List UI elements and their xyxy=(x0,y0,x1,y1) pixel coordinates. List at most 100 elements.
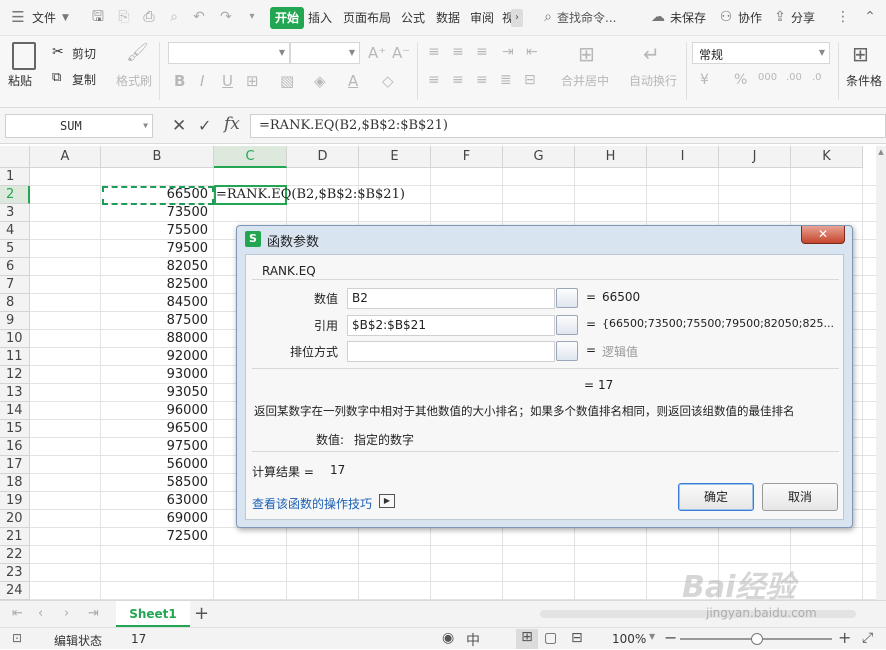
row-header[interactable]: 5 xyxy=(0,240,30,258)
input-method-icon[interactable]: 中 xyxy=(466,630,480,650)
row-header[interactable]: 7 xyxy=(0,276,30,294)
column-header-k[interactable]: K xyxy=(791,146,863,168)
cell-b12[interactable]: 93000 xyxy=(101,366,208,384)
tab-page-layout[interactable]: 页面布局 xyxy=(343,8,391,28)
column-header-i[interactable]: I xyxy=(647,146,719,168)
cell-b6[interactable]: 82050 xyxy=(101,258,208,276)
cell-b1[interactable] xyxy=(101,168,208,186)
column-header-b[interactable]: B xyxy=(101,146,214,168)
currency-icon[interactable]: ¥ xyxy=(700,72,709,88)
clear-icon[interactable]: ◇ xyxy=(382,72,394,90)
row-header[interactable]: 18 xyxy=(0,474,30,492)
distributed-icon[interactable]: ⊟ xyxy=(524,72,536,88)
paste-icon[interactable] xyxy=(12,42,36,70)
file-menu[interactable]: 文件 xyxy=(32,8,56,28)
tab-home[interactable]: 开始 xyxy=(270,7,304,29)
align-top-icon[interactable]: ≡ xyxy=(428,44,440,60)
column-header-h[interactable]: H xyxy=(575,146,647,168)
cell-b15[interactable]: 96500 xyxy=(101,420,208,438)
unsaved-status[interactable]: 未保存 xyxy=(670,8,706,28)
chevron-down-icon[interactable]: ▼ xyxy=(62,8,69,28)
cell-b17[interactable]: 56000 xyxy=(101,456,208,474)
column-header-g[interactable]: G xyxy=(503,146,575,168)
row-header[interactable]: 17 xyxy=(0,456,30,474)
row-header[interactable]: 8 xyxy=(0,294,30,312)
row-header[interactable]: 24 xyxy=(0,582,30,600)
prev-sheet-icon[interactable]: ‹ xyxy=(38,606,43,621)
bold-icon[interactable]: B xyxy=(174,72,185,90)
row-header[interactable]: 22 xyxy=(0,546,30,564)
last-sheet-icon[interactable]: ⇥ xyxy=(88,606,99,621)
video-tip-icon[interactable]: ▶ xyxy=(379,494,395,508)
scroll-up-icon[interactable]: ▲ xyxy=(877,148,885,158)
confirm-formula-icon[interactable]: ✓ xyxy=(198,116,211,135)
format-painter-button[interactable]: 格式刷 xyxy=(116,72,152,89)
align-center-icon[interactable]: ≡ xyxy=(452,72,464,88)
help-link[interactable]: 查看该函数的操作技巧 xyxy=(252,495,372,512)
percent-icon[interactable]: % xyxy=(734,72,747,88)
indent-icon[interactable]: ⇥ xyxy=(502,44,514,60)
row-header[interactable]: 10 xyxy=(0,330,30,348)
row-header[interactable]: 20 xyxy=(0,510,30,528)
decrease-font-icon[interactable]: A⁻ xyxy=(392,44,410,62)
undo-icon[interactable]: ↶ xyxy=(191,9,207,25)
vertical-scrollbar[interactable]: ▲ xyxy=(876,146,886,600)
row-header[interactable]: 6 xyxy=(0,258,30,276)
save-icon[interactable]: 🖫 xyxy=(90,9,106,25)
merge-center-button[interactable]: 合并居中 xyxy=(561,72,609,89)
arg-input-ref[interactable]: $B$2:$B$21 xyxy=(347,315,555,336)
cell-b3[interactable]: 73500 xyxy=(101,204,208,222)
row-header[interactable]: 1 xyxy=(0,168,30,186)
cut-button[interactable]: 剪切 xyxy=(72,45,96,62)
dialog-titlebar[interactable]: S 函数参数 ✕ xyxy=(237,226,852,252)
row-header[interactable]: 23 xyxy=(0,564,30,582)
zoom-slider-handle[interactable] xyxy=(751,633,763,645)
tab-formula[interactable]: 公式 xyxy=(401,8,425,28)
cell-b21[interactable]: 72500 xyxy=(101,528,208,546)
zoom-in-icon[interactable]: + xyxy=(838,628,851,647)
fit-window-icon[interactable]: ⤢ xyxy=(862,630,873,646)
chevron-down-icon[interactable]: ▼ xyxy=(649,632,655,641)
copy-button[interactable]: 复制 xyxy=(72,71,96,88)
arg-input-number[interactable]: B2 xyxy=(347,288,555,309)
cell-b14[interactable]: 96000 xyxy=(101,402,208,420)
align-middle-icon[interactable]: ≡ xyxy=(452,44,464,60)
cell-b9[interactable]: 87500 xyxy=(101,312,208,330)
cell-b7[interactable]: 82500 xyxy=(101,276,208,294)
tab-scroll-right-icon[interactable]: › xyxy=(511,9,523,27)
insert-function-icon[interactable]: fx xyxy=(224,114,240,134)
collapse-ribbon-icon[interactable]: ⌃ xyxy=(862,9,878,25)
outdent-icon[interactable]: ⇤ xyxy=(526,44,538,60)
zoom-level[interactable]: 100% xyxy=(612,632,646,646)
cell-b22[interactable] xyxy=(101,546,208,564)
italic-icon[interactable]: I xyxy=(200,72,204,90)
cell-b10[interactable]: 88000 xyxy=(101,330,208,348)
search-command-input[interactable]: 查找命令... xyxy=(557,8,616,28)
align-right-icon[interactable]: ≡ xyxy=(476,72,488,88)
fill-color-icon[interactable]: ◈ xyxy=(314,72,326,90)
cell-b23[interactable] xyxy=(101,564,208,582)
cell-b18[interactable]: 58500 xyxy=(101,474,208,492)
ok-button[interactable]: 确定 xyxy=(678,483,754,511)
align-bottom-icon[interactable]: ≡ xyxy=(476,44,488,60)
hamburger-icon[interactable]: ☰ xyxy=(10,9,26,25)
collapse-ref-icon[interactable] xyxy=(556,315,578,335)
collapse-ref-icon[interactable] xyxy=(556,341,578,361)
wrap-text-button[interactable]: 自动换行 xyxy=(629,72,677,89)
column-header-f[interactable]: F xyxy=(431,146,503,168)
row-header[interactable]: 21 xyxy=(0,528,30,546)
normal-view-icon[interactable]: ⊞ xyxy=(516,629,538,649)
page-break-view-icon[interactable]: ⊟ xyxy=(571,630,583,646)
share-button[interactable]: 分享 xyxy=(791,8,815,28)
first-sheet-icon[interactable]: ⇤ xyxy=(12,606,23,621)
chevron-down-icon[interactable]: ▼ xyxy=(143,115,148,137)
increase-font-icon[interactable]: A⁺ xyxy=(368,44,386,62)
decrease-decimal-icon[interactable]: .0 xyxy=(812,72,822,83)
row-header[interactable]: 14 xyxy=(0,402,30,420)
cell-b19[interactable]: 63000 xyxy=(101,492,208,510)
dialog-close-button[interactable]: ✕ xyxy=(801,226,845,244)
next-sheet-icon[interactable]: › xyxy=(64,606,69,621)
row-header[interactable]: 16 xyxy=(0,438,30,456)
conditional-format-button[interactable]: 条件格 xyxy=(846,72,882,89)
redo-icon[interactable]: ↷ xyxy=(218,9,234,25)
